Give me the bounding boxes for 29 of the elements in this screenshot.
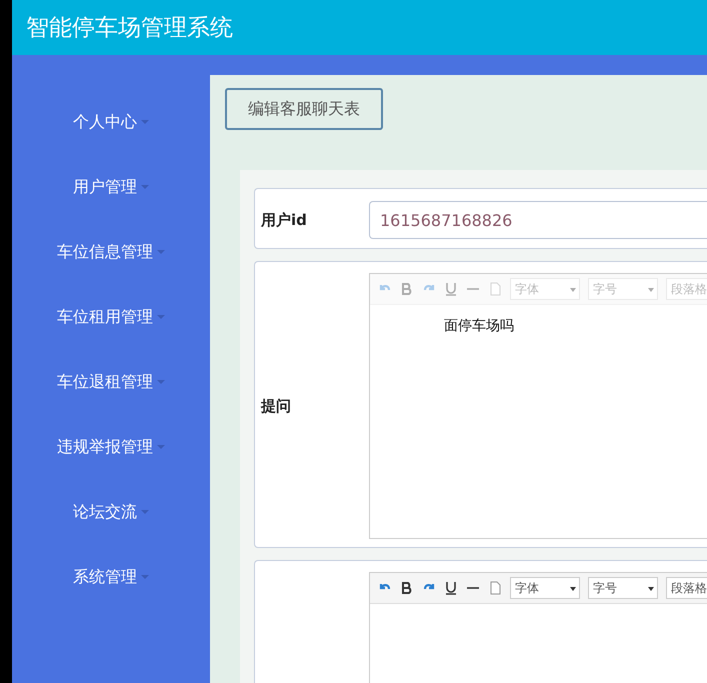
caret-icon	[141, 510, 149, 514]
rich-text-editor[interactable]: 字体 字号 段落格	[369, 572, 707, 683]
caret-icon	[157, 380, 165, 384]
app-title: 智能停车场管理系统	[26, 14, 233, 43]
sidebar-item[interactable]: 车位信息管理	[57, 240, 165, 264]
sidebar-item[interactable]: 违规举报管理	[57, 435, 165, 459]
field-label: 用户id	[261, 210, 308, 230]
caret-icon	[157, 445, 165, 449]
question-text: 面停车场吗	[444, 318, 514, 334]
input-field[interactable]: 1615687168826	[369, 201, 707, 239]
size-select[interactable]: 字号	[588, 577, 658, 599]
caret-icon	[141, 575, 149, 579]
underline-icon[interactable]	[444, 581, 458, 595]
field-label: 提问	[261, 396, 292, 416]
sidebar-item[interactable]: 用户管理	[73, 175, 149, 199]
font-select[interactable]: 字体	[510, 577, 580, 599]
sidebar-item[interactable]: 车位退租管理	[57, 370, 165, 394]
sidebar-item[interactable]: 论坛交流	[73, 500, 149, 524]
sidebar-item[interactable]: 系统管理	[73, 565, 149, 589]
caret-icon	[141, 185, 149, 189]
caret-icon	[141, 120, 149, 124]
paragraph-select[interactable]: 段落格	[666, 577, 707, 599]
edit-table-button[interactable]: 编辑客服聊天表	[225, 88, 383, 130]
caret-icon	[157, 250, 165, 254]
bold-icon[interactable]	[400, 581, 414, 595]
sidebar-item[interactable]: 车位租用管理	[57, 305, 165, 329]
caret-icon	[157, 315, 165, 319]
document-icon[interactable]	[488, 581, 502, 595]
sidebar-item[interactable]: 个人中心	[73, 110, 149, 134]
